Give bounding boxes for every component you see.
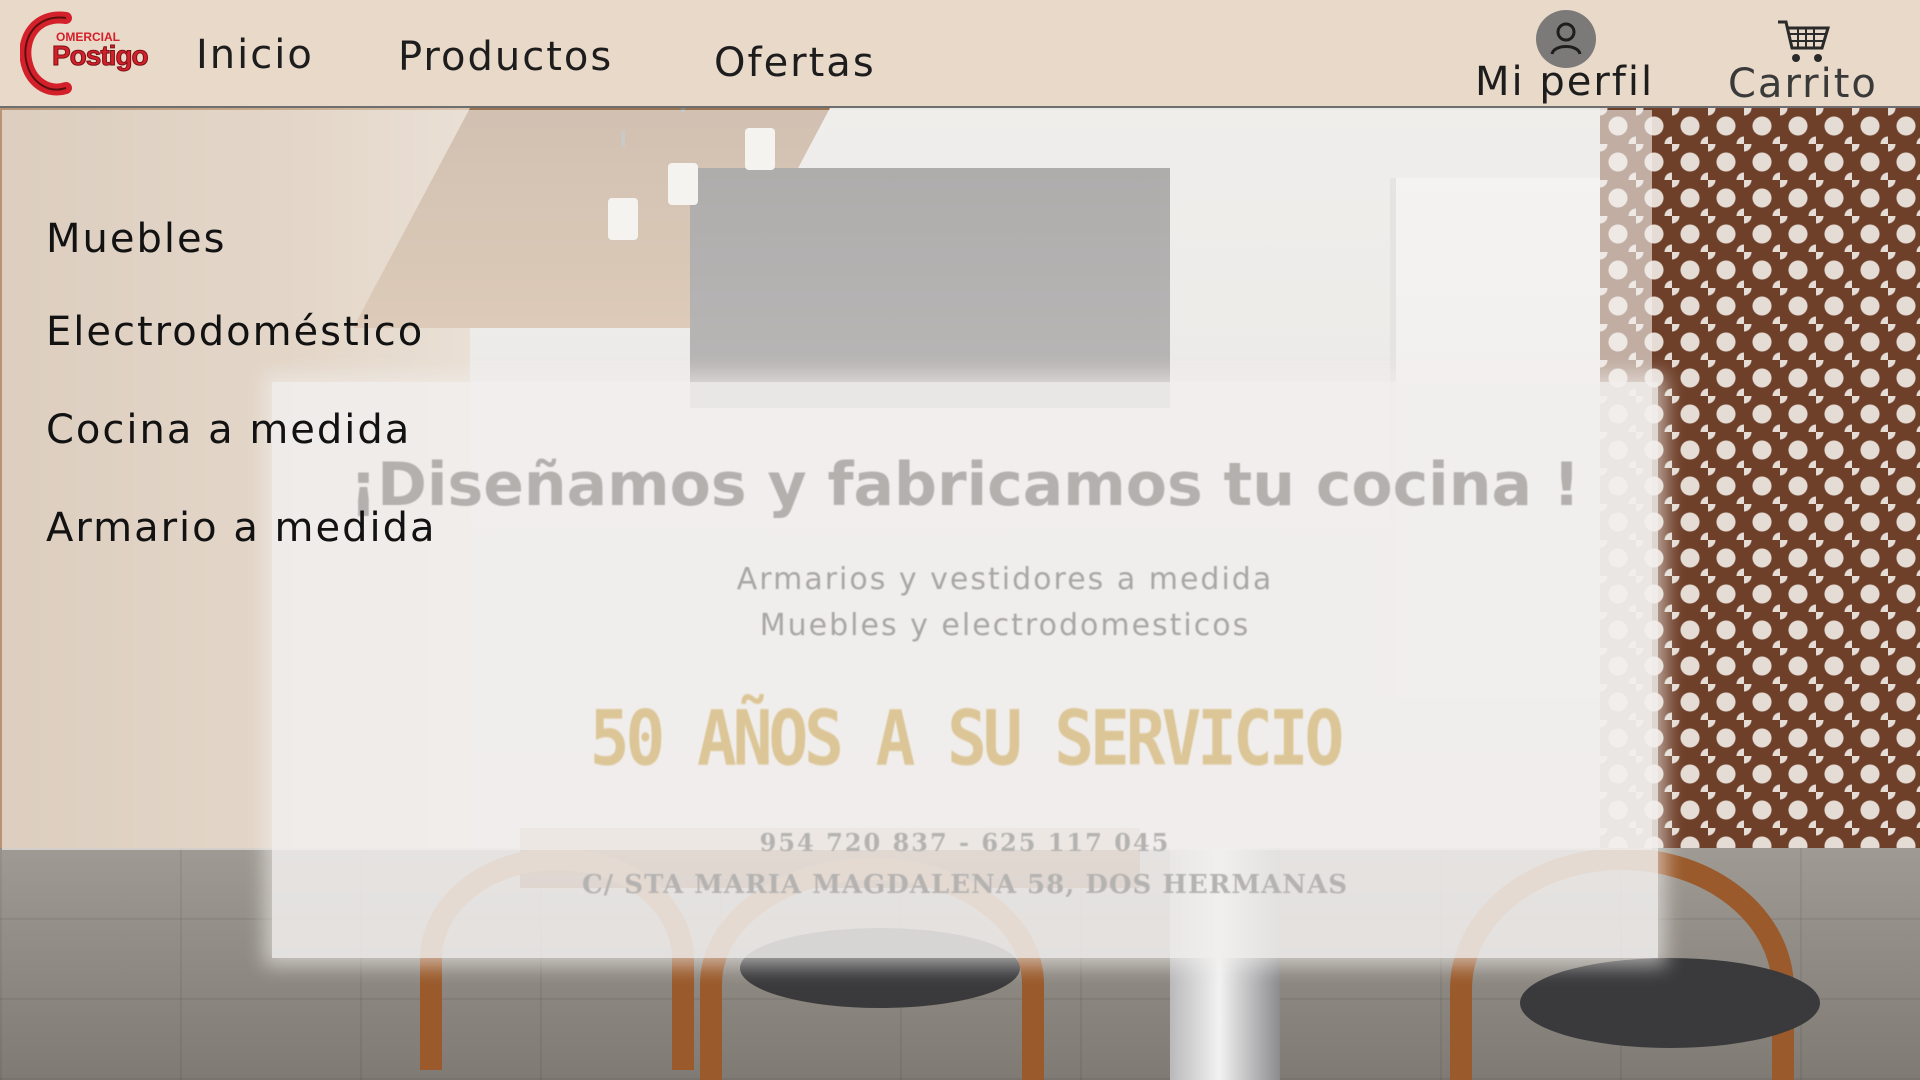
cart-button[interactable]: Carrito: [1720, 18, 1900, 107]
menu-item-muebles[interactable]: Muebles: [46, 219, 226, 259]
menu-item-cocina-a-medida[interactable]: Cocina a medida: [46, 410, 411, 450]
logo-main-text: Postigo: [52, 40, 150, 72]
profile-label: Mi perfil: [1475, 59, 1655, 105]
banner-service-slogan: 50 AÑOS A SU SERVICIO: [589, 694, 1344, 783]
background-chair-seat: [1520, 958, 1820, 1048]
cart-label: Carrito: [1728, 61, 1878, 107]
nav-ofertas[interactable]: Ofertas: [714, 43, 876, 83]
menu-item-electrodomestico[interactable]: Electrodoméstico: [46, 312, 424, 352]
profile-button[interactable]: Mi perfil: [1470, 10, 1660, 102]
top-navbar: Inicio Productos Ofertas Mi perfil Carri…: [0, 0, 1920, 108]
banner-address: C/ STA MARIA MAGDALENA 58, DOS HERMANAS: [581, 870, 1349, 900]
banner-subtitle: Muebles y electrodomesticos: [759, 608, 1251, 643]
banner-title: ¡Diseñamos y fabricamos tu cocina !: [349, 450, 1581, 520]
menu-item-armario-a-medida[interactable]: Armario a medida: [46, 508, 437, 548]
products-dropdown-menu: ¡Diseñamos y fabricamos tu cocina ! Arma…: [2, 110, 1658, 958]
cart-icon: [1776, 18, 1832, 66]
promo-banner: ¡Diseñamos y fabricamos tu cocina ! Arma…: [272, 382, 1658, 958]
brand-logo-text: OMERCIAL Postigo: [52, 30, 156, 90]
nav-inicio[interactable]: Inicio: [196, 35, 314, 75]
banner-phone-numbers: 954 720 837 - 625 117 045: [759, 828, 1171, 857]
banner-subtitle: Armarios y vestidores a medida: [736, 562, 1274, 597]
nav-productos[interactable]: Productos: [398, 37, 613, 77]
